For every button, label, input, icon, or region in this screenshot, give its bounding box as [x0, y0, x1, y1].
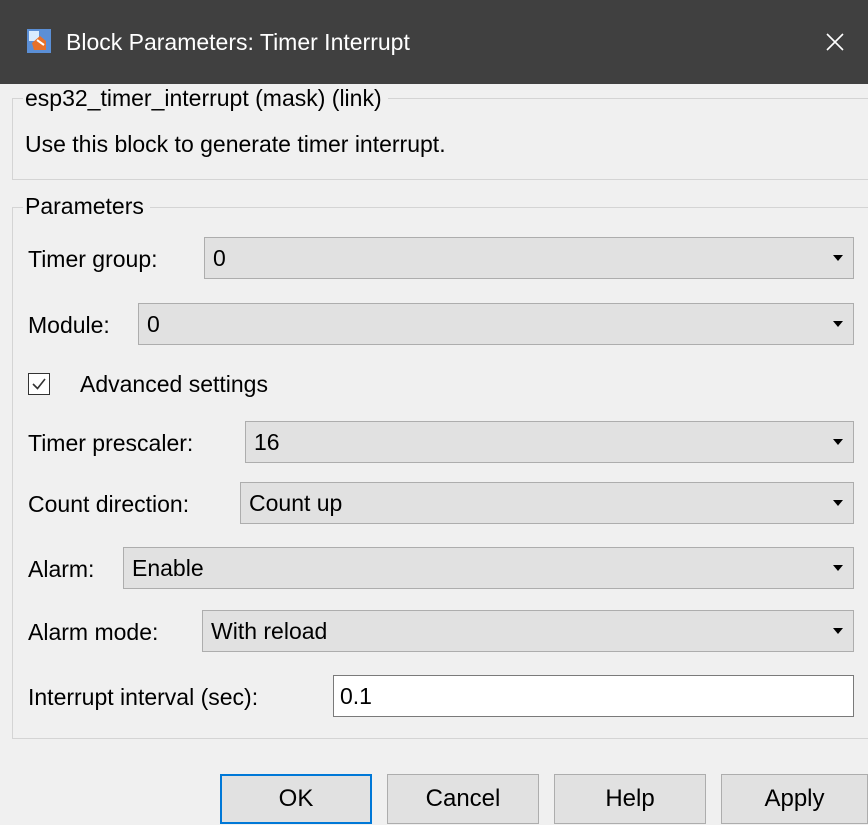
interrupt-interval-row: Interrupt interval (sec): [28, 675, 854, 719]
window-title: Block Parameters: Timer Interrupt [66, 29, 410, 55]
title-bar[interactable]: Block Parameters: Timer Interrupt [0, 0, 868, 84]
alarm-mode-dropdown[interactable]: With reload [202, 610, 854, 652]
module-dropdown[interactable]: 0 [138, 303, 854, 345]
block-parameters-dialog: Block Parameters: Timer Interrupt esp32_… [0, 0, 868, 825]
chevron-down-icon [833, 628, 843, 634]
count-direction-label: Count direction: [28, 491, 190, 517]
timer-prescaler-label: Timer prescaler: [28, 430, 194, 456]
module-label: Module: [28, 312, 110, 338]
alarm-mode-row: Alarm mode: With reload [28, 610, 854, 654]
chevron-down-icon [833, 565, 843, 571]
simulink-block-icon [27, 29, 51, 53]
close-button[interactable] [802, 0, 868, 84]
alarm-value: Enable [132, 555, 204, 581]
mask-description: Use this block to generate timer interru… [25, 131, 446, 157]
chevron-down-icon [833, 439, 843, 445]
interrupt-interval-input[interactable] [333, 675, 854, 717]
chevron-down-icon [833, 321, 843, 327]
parameters-legend: Parameters [23, 192, 150, 220]
timer-group-dropdown[interactable]: 0 [204, 237, 854, 279]
mask-legend: esp32_timer_interrupt (mask) (link) [23, 84, 388, 112]
advanced-settings-checkbox[interactable] [28, 373, 50, 395]
module-value: 0 [147, 311, 160, 337]
help-button[interactable]: Help [554, 774, 706, 824]
chevron-down-icon [833, 255, 843, 261]
timer-group-label: Timer group: [28, 246, 158, 272]
count-direction-row: Count direction: Count up [28, 482, 854, 526]
alarm-dropdown[interactable]: Enable [123, 547, 854, 589]
count-direction-dropdown[interactable]: Count up [240, 482, 854, 524]
alarm-mode-value: With reload [211, 618, 328, 644]
apply-button[interactable]: Apply [721, 774, 868, 824]
count-direction-value: Count up [249, 490, 343, 516]
close-icon [826, 33, 844, 51]
timer-prescaler-row: Timer prescaler: 16 [28, 421, 854, 465]
chevron-down-icon [833, 500, 843, 506]
advanced-settings-label: Advanced settings [80, 371, 268, 397]
ok-button[interactable]: OK [220, 774, 372, 824]
checkmark-icon [32, 378, 46, 390]
interrupt-interval-label: Interrupt interval (sec): [28, 684, 259, 710]
alarm-row: Alarm: Enable [28, 547, 854, 591]
parameters-group [12, 207, 868, 739]
module-row: Module: 0 [28, 303, 854, 347]
timer-group-value: 0 [213, 245, 226, 271]
timer-group-row: Timer group: 0 [28, 237, 854, 281]
alarm-mode-label: Alarm mode: [28, 619, 159, 645]
timer-prescaler-dropdown[interactable]: 16 [245, 421, 854, 463]
alarm-label: Alarm: [28, 556, 95, 582]
cancel-button[interactable]: Cancel [387, 774, 539, 824]
timer-prescaler-value: 16 [254, 429, 280, 455]
